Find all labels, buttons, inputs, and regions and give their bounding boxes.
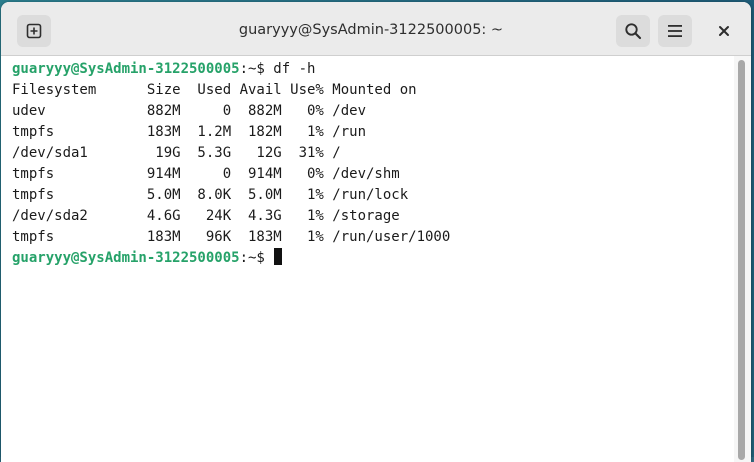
df-row: tmpfs 5.0M 8.0K 5.0M 1% /run/lock [12,187,409,203]
vertical-scrollbar[interactable] [734,56,751,462]
df-row: tmpfs 914M 0 914M 0% /dev/shm [12,166,400,182]
close-button[interactable] [709,15,739,47]
df-row: /dev/sda1 19G 5.3G 12G 31% / [12,145,341,161]
search-button[interactable] [616,15,650,47]
df-row: tmpfs 183M 1.2M 182M 1% /run [12,124,367,140]
new-tab-button[interactable] [17,15,51,47]
scrollbar-thumb[interactable] [738,60,745,460]
df-row: udev 882M 0 882M 0% /dev [12,103,367,119]
search-icon [625,23,642,40]
prompt-user-host: guaryyy@SysAdmin-3122500005 [12,250,240,266]
text-cursor [274,248,283,265]
command-text: df -h [273,61,316,77]
active-prompt-line: guaryyy@SysAdmin-3122500005:~$ [12,248,734,269]
prompt-user-host: guaryyy@SysAdmin-3122500005 [12,61,240,77]
df-header-line: Filesystem Size Used Avail Use% Mounted … [12,82,417,98]
new-tab-icon [26,23,42,39]
terminal-window: guaryyy@SysAdmin-3122500005: ~ guaryyy@S… [1,2,751,462]
hamburger-menu-icon [668,25,682,37]
header-bar: guaryyy@SysAdmin-3122500005: ~ [1,2,751,56]
df-row: /dev/sda2 4.6G 24K 4.3G 1% /storage [12,208,400,224]
close-icon [719,26,729,36]
df-row: tmpfs 183M 96K 183M 1% /run/user/1000 [12,229,451,245]
command-line: guaryyy@SysAdmin-3122500005:~$ df -h [12,59,734,80]
prompt-suffix: :~$ [239,250,274,266]
main-menu-button[interactable] [658,15,692,47]
terminal-output[interactable]: guaryyy@SysAdmin-3122500005:~$ df -h Fil… [1,56,734,462]
window-title: guaryyy@SysAdmin-3122500005: ~ [238,22,504,38]
prompt-suffix: :~$ [239,61,274,77]
